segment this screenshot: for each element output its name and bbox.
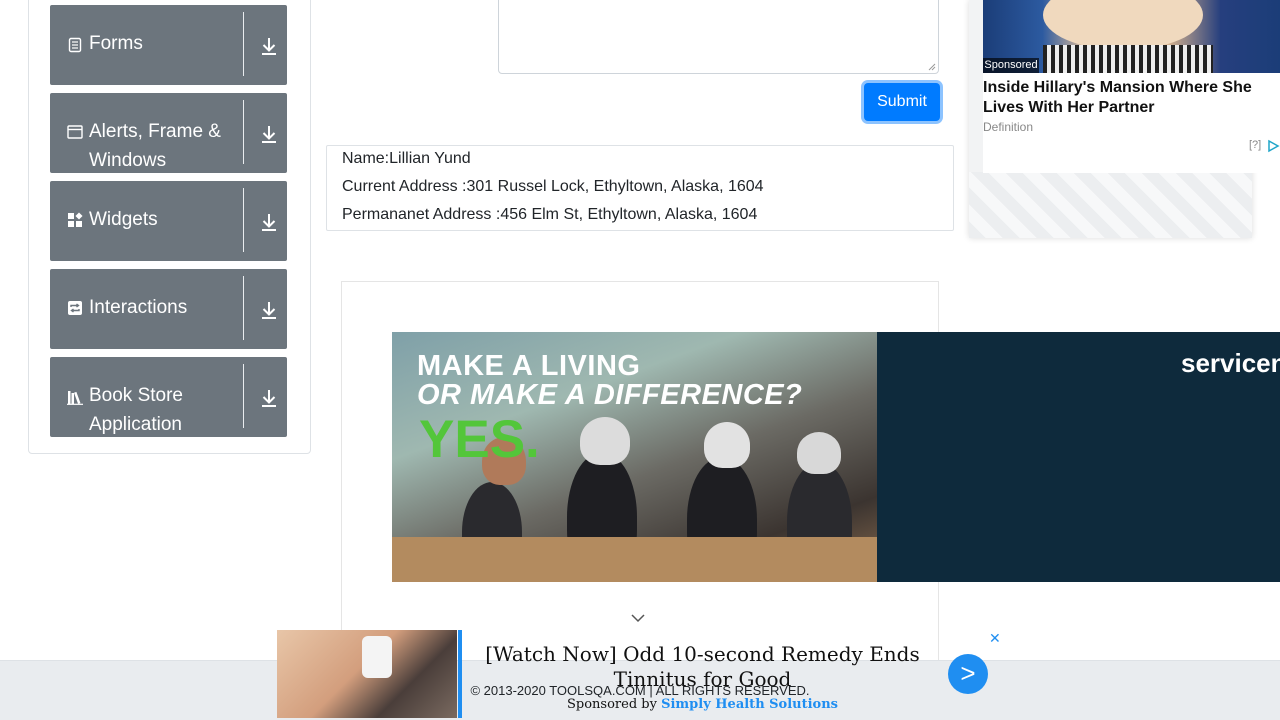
download-arrow-icon[interactable] xyxy=(260,124,278,144)
output-panel: Name:Lillian Yund Current Address :301 R… xyxy=(326,145,954,231)
submit-button[interactable]: Submit xyxy=(864,83,940,121)
sidebar-group-label: Forms xyxy=(89,33,143,54)
banner-headline-yes: YES. xyxy=(419,410,540,469)
sidebar-group-label: Interactions xyxy=(89,297,188,318)
bottom-ad-sponsor: Sponsored by Simply Health Solutions xyxy=(475,697,930,712)
download-arrow-icon[interactable] xyxy=(260,36,278,56)
divider xyxy=(243,100,244,164)
divider xyxy=(243,364,244,428)
resize-handle-icon[interactable] xyxy=(928,63,936,71)
sidebar-group-alerts[interactable]: Alerts, Frame & Windows xyxy=(50,93,287,173)
sidebar-group-forms[interactable]: Forms xyxy=(50,5,287,85)
side-ad-title[interactable]: Inside Hillary's Mansion Where She Lives… xyxy=(983,78,1273,118)
download-arrow-icon[interactable] xyxy=(260,212,278,232)
ad-info-link[interactable]: [?] xyxy=(1249,139,1261,151)
person-shape xyxy=(797,432,841,474)
sidebar-group-widgets[interactable]: Widgets xyxy=(50,181,287,261)
sidebar-group-interactions[interactable]: Interactions xyxy=(50,269,287,349)
output-permanent-address: Permananet Address :456 Elm St, Ethyltow… xyxy=(342,206,758,223)
person-shape xyxy=(704,422,750,468)
banner-ad[interactable]: MAKE A LIVING OR MAKE A DIFFERENCE? YES.… xyxy=(392,332,1280,582)
person-shape xyxy=(580,417,630,465)
bottom-ad-arrow-button[interactable]: > xyxy=(948,654,988,694)
bottom-ad-sponsor-name[interactable]: Simply Health Solutions xyxy=(661,697,838,712)
adchoices-icon[interactable] xyxy=(1266,139,1280,153)
sidebar-group-bookstore[interactable]: Book Store Application xyxy=(50,357,287,437)
sponsored-badge: Sponsored xyxy=(983,58,1039,73)
books-icon xyxy=(67,391,83,405)
sidebar-group-label: Alerts, Frame & Windows xyxy=(89,121,221,171)
bottle-shape xyxy=(362,636,392,678)
sidebar-group-label: Book Store Application xyxy=(89,385,183,435)
face-shape xyxy=(1043,0,1203,50)
divider xyxy=(243,12,244,76)
jacket-shape xyxy=(1043,45,1213,73)
boxes-shape xyxy=(392,537,877,582)
bottom-ad-image xyxy=(277,630,457,718)
bottom-ad-title[interactable]: [Watch Now] Odd 10-second Remedy Ends Ti… xyxy=(475,642,930,692)
divider xyxy=(243,188,244,252)
bottom-ad-accent-bar xyxy=(458,630,462,718)
download-arrow-icon[interactable] xyxy=(260,388,278,408)
banner-headline-2: OR MAKE A DIFFERENCE? xyxy=(417,379,803,411)
bottom-ad-sponsor-prefix: Sponsored by xyxy=(566,697,662,712)
banner-brand-logo: servicen xyxy=(1181,348,1280,378)
widgets-icon xyxy=(68,212,83,227)
chevron-down-icon[interactable] xyxy=(631,612,645,624)
banner-headline-1: MAKE A LIVING xyxy=(417,350,641,382)
interactions-icon xyxy=(68,301,82,315)
close-icon[interactable]: ✕ xyxy=(989,630,1001,647)
divider xyxy=(243,276,244,340)
side-ad-pattern xyxy=(969,172,1252,238)
sidebar-group-label: Widgets xyxy=(89,209,158,230)
permanent-address-textarea[interactable] xyxy=(498,0,939,74)
download-arrow-icon[interactable] xyxy=(260,300,278,320)
output-current-address: Current Address :301 Russel Lock, Ethylt… xyxy=(342,178,764,195)
window-icon xyxy=(67,125,83,139)
side-ad-source: Definition xyxy=(983,120,1034,134)
output-name: Name:Lillian Yund xyxy=(342,150,471,167)
document-icon xyxy=(68,37,82,53)
